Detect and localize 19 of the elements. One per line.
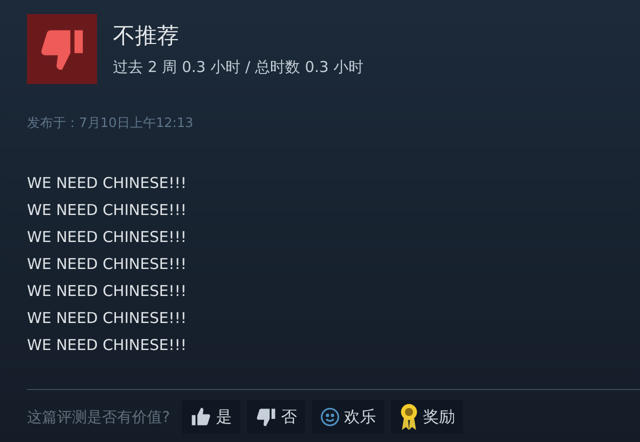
yes-button[interactable]: 是 <box>182 400 240 434</box>
review-line: WE NEED CHINESE!!! <box>27 200 188 220</box>
review-line: WE NEED CHINESE!!! <box>27 308 188 328</box>
playtime-text: 过去 2 周 0.3 小时 / 总时数 0.3 小时 <box>113 57 364 78</box>
review-line: WE NEED CHINESE!!! <box>27 254 188 274</box>
award-ribbon-icon <box>398 403 419 431</box>
review-line: WE NEED CHINESE!!! <box>27 280 188 302</box>
no-button[interactable]: 否 <box>246 400 305 434</box>
award-button[interactable]: 奖励 <box>390 400 463 434</box>
review-line: WE NEED CHINESE!!! <box>27 226 188 248</box>
funny-button[interactable]: 欢乐 <box>312 400 384 434</box>
review-line: WE NEED CHINESE!!! <box>27 172 188 194</box>
thumbs-up-icon <box>190 406 212 428</box>
helpful-question: 这篇评测是否有价值? <box>27 406 170 428</box>
thumbs-down-icon <box>254 406 277 428</box>
smiley-icon <box>320 407 340 427</box>
review-verdict: 不推荐 <box>113 23 180 51</box>
review-line: WE NEED CHINESE!!! <box>27 334 188 356</box>
posted-date: 发布于：7月10日上午12:13 <box>27 115 194 133</box>
